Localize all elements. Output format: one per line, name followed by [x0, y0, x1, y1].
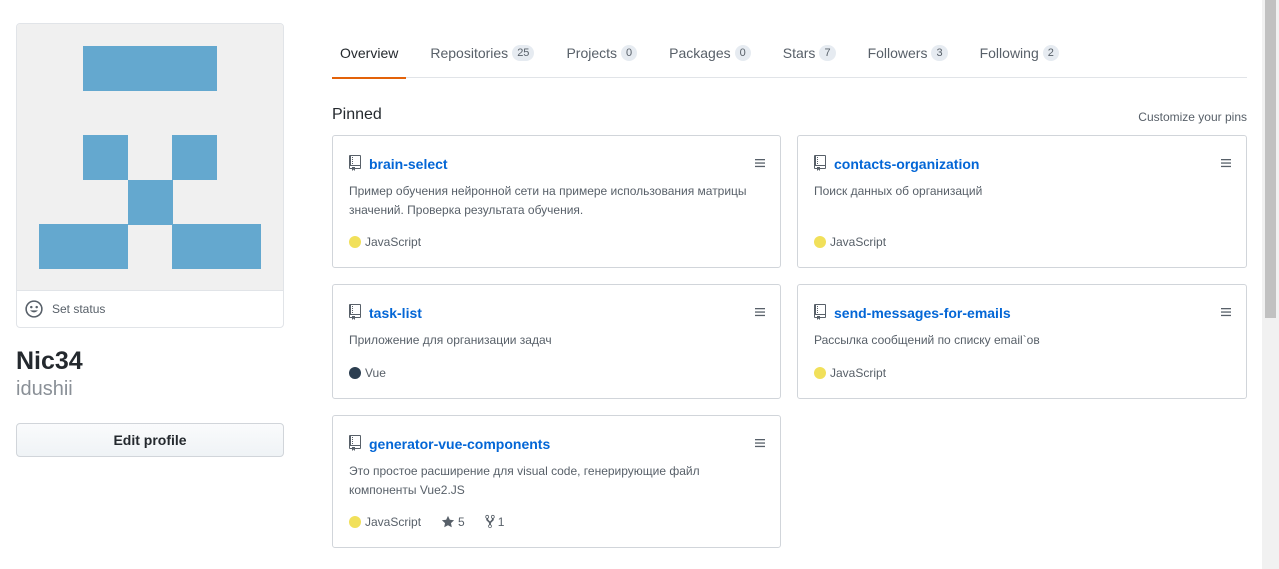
repo-description: Рассылка сообщений по списку email`ов [814, 333, 1040, 347]
tab-count: 7 [819, 45, 836, 61]
tab-count: 25 [512, 45, 535, 61]
scrollbar-thumb[interactable] [1265, 0, 1276, 318]
repo-icon [349, 435, 361, 451]
avatar-pixel [172, 224, 261, 269]
pinned-repo-card: brain-select Пример обучения нейронной с… [332, 135, 781, 268]
repo-stars-link[interactable]: 5 [441, 515, 465, 529]
tab-count: 2 [1042, 45, 1059, 61]
tab-overview[interactable]: Overview [332, 28, 407, 79]
tab-label: Following [979, 45, 1039, 61]
avatar-pixel [83, 135, 128, 180]
repo-language: JavaScript [365, 514, 422, 529]
drag-handle-icon[interactable] [755, 307, 765, 317]
repo-description: Пример обучения нейронной сети на пример… [349, 184, 747, 217]
language-color-dot [814, 236, 826, 248]
profile-tabs: Overview Repositories 25 Projects 0 Pack… [332, 28, 1247, 79]
repo-icon [349, 304, 361, 320]
drag-handle-icon[interactable] [755, 438, 765, 448]
repo-name-link[interactable]: generator-vue-components [369, 435, 550, 453]
repo-meta: Vue [349, 366, 386, 380]
repo-name-link[interactable]: contacts-organization [834, 155, 979, 173]
repo-forks-count: 1 [497, 514, 505, 529]
repo-language: JavaScript [830, 366, 887, 380]
drag-handle-icon[interactable] [1221, 158, 1231, 168]
repo-name-link[interactable]: brain-select [369, 155, 448, 173]
repo-stars-count: 5 [458, 514, 465, 529]
tab-packages[interactable]: Packages 0 [661, 28, 759, 78]
profile-fullname: Nic34 [16, 347, 83, 375]
avatar-pixel [39, 224, 128, 269]
profile-username: idushii [16, 378, 73, 400]
edit-profile-button[interactable]: Edit profile [16, 423, 284, 457]
repo-language: JavaScript [830, 235, 887, 249]
repo-forks-link[interactable]: 1 [485, 514, 505, 529]
pinned-repo-card: generator-vue-components Это простое рас… [332, 415, 781, 548]
tab-label: Repositories [430, 45, 509, 61]
repo-meta: JavaScript [814, 235, 886, 249]
language-color-dot [814, 367, 826, 379]
repo-description: Приложение для организации задач [349, 333, 552, 347]
tab-stars[interactable]: Stars 7 [775, 28, 844, 78]
tab-label: Stars [782, 45, 816, 61]
repo-name-link[interactable]: send-messages-for-emails [834, 304, 1011, 322]
profile-avatar-card: Set status [16, 23, 284, 328]
repo-icon [814, 304, 826, 320]
language-color-dot [349, 515, 361, 528]
tab-label: Followers [867, 45, 928, 61]
language-color-dot [349, 236, 361, 248]
page-scrollbar[interactable] [1262, 0, 1279, 569]
tab-label: Overview [340, 45, 399, 61]
tab-count: 0 [734, 45, 751, 61]
tab-following[interactable]: Following 2 [972, 28, 1067, 78]
repo-description: Поиск данных об организаций [814, 184, 983, 198]
fork-icon [485, 514, 495, 529]
pinned-repo-card: task-list Приложение для организации зад… [332, 284, 781, 399]
set-status-button[interactable]: Set status [17, 290, 283, 327]
tab-count: 0 [621, 45, 638, 61]
tab-repositories[interactable]: Repositories 25 [422, 28, 542, 78]
repo-language: JavaScript [365, 235, 422, 249]
repo-language: Vue [365, 366, 386, 380]
tab-followers[interactable]: Followers 3 [860, 28, 956, 78]
pinned-heading: Pinned [332, 106, 382, 123]
repo-meta: JavaScript 5 1 [349, 514, 504, 529]
avatar[interactable] [17, 24, 283, 290]
drag-handle-icon[interactable] [1221, 307, 1231, 317]
tab-count: 3 [931, 45, 948, 61]
avatar-pixel [128, 180, 173, 225]
repo-meta: JavaScript [814, 366, 886, 380]
tab-label: Projects [566, 45, 618, 61]
avatar-pixel [83, 46, 217, 91]
tab-label: Packages [669, 45, 731, 61]
repo-icon [814, 155, 826, 171]
pinned-repo-card: contacts-organization Поиск данных об ор… [797, 135, 1247, 268]
customize-pins-link[interactable]: Customize your pins [1138, 110, 1247, 124]
avatar-pixel [172, 135, 217, 180]
repo-meta: JavaScript [349, 235, 421, 249]
smiley-icon [25, 300, 43, 318]
drag-handle-icon[interactable] [755, 158, 765, 168]
pinned-repo-card: send-messages-for-emails Рассылка сообще… [797, 284, 1247, 399]
star-icon [441, 515, 455, 527]
repo-description: Это простое расширение для visual code, … [349, 464, 700, 497]
set-status-label: Set status [52, 302, 106, 316]
tab-projects[interactable]: Projects 0 [558, 28, 645, 78]
language-color-dot [349, 367, 361, 379]
repo-name-link[interactable]: task-list [369, 304, 422, 322]
repo-icon [349, 155, 361, 171]
